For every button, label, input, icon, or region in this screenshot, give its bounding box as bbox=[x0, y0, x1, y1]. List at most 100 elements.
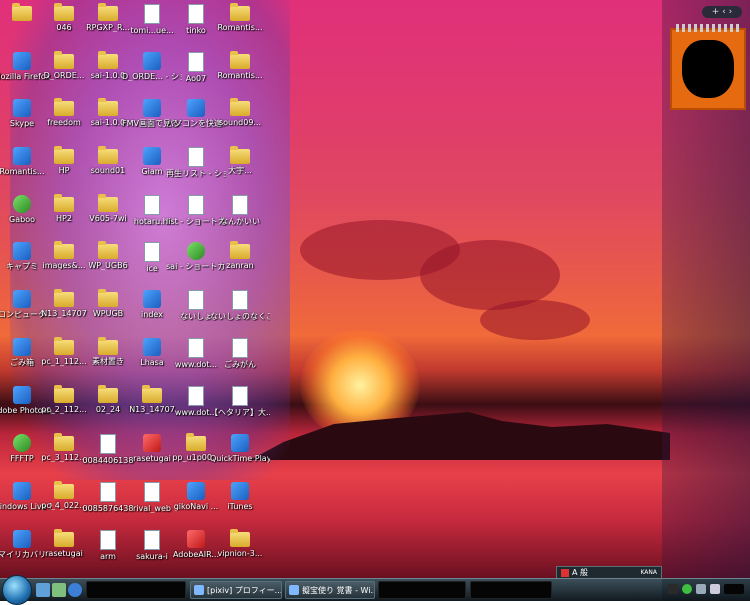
application-icon bbox=[13, 242, 31, 260]
desktop-icon-label: QuickTime Player bbox=[210, 454, 270, 463]
desktop-icon[interactable]: vipnion-3... bbox=[210, 529, 270, 576]
folder-icon bbox=[54, 289, 74, 307]
tray-network-icon[interactable] bbox=[696, 584, 706, 594]
document-icon bbox=[100, 530, 116, 550]
kana-mode[interactable]: KANA bbox=[640, 567, 657, 578]
document-icon bbox=[188, 290, 204, 310]
folder-icon bbox=[98, 241, 118, 259]
application-icon bbox=[13, 482, 31, 500]
document-icon bbox=[188, 386, 204, 406]
folder-icon bbox=[142, 385, 162, 403]
application-icon bbox=[13, 195, 31, 213]
application-icon bbox=[13, 99, 31, 117]
folder-icon bbox=[54, 3, 74, 21]
desktop-icon[interactable]: ごみがん bbox=[210, 338, 270, 384]
sidebar-controls[interactable]: + ‹ › bbox=[702, 6, 742, 18]
application-icon bbox=[143, 147, 161, 165]
application-icon bbox=[187, 242, 205, 260]
desktop-icon-label: zanran bbox=[226, 261, 254, 270]
document-icon bbox=[232, 386, 248, 406]
folder-icon bbox=[54, 51, 74, 69]
desktop-icon[interactable]: zanran bbox=[210, 241, 270, 288]
taskbar-window-button[interactable] bbox=[86, 581, 186, 599]
ime-mode[interactable]: A 般 bbox=[572, 568, 588, 577]
folder-icon bbox=[54, 529, 74, 547]
application-icon bbox=[143, 434, 161, 452]
gadget-binding-rings bbox=[676, 24, 740, 32]
system-tray bbox=[662, 579, 750, 601]
application-icon bbox=[13, 147, 31, 165]
document-icon bbox=[144, 242, 160, 262]
folder-icon bbox=[54, 433, 74, 451]
desktop-icon-label: 大宇... bbox=[228, 166, 252, 175]
taskbar-window-button[interactable] bbox=[378, 581, 466, 599]
desktop-icon[interactable]: Romantis... bbox=[210, 51, 270, 98]
internet-explorer-icon[interactable] bbox=[68, 583, 82, 597]
application-icon bbox=[143, 99, 161, 117]
taskbar-button-label: 擬宝使り 覚書 - Wi... bbox=[302, 586, 375, 595]
switch-windows-icon[interactable] bbox=[52, 583, 66, 597]
folder-icon bbox=[54, 194, 74, 212]
desktop-icon[interactable]: なんかいい bbox=[210, 195, 270, 241]
desktop-icon[interactable]: iTunes bbox=[210, 482, 270, 528]
folder-icon bbox=[54, 337, 74, 355]
folder-icon bbox=[186, 433, 206, 451]
desktop-icon-label: なんかいい bbox=[220, 217, 260, 226]
tray-chevron-icon[interactable] bbox=[668, 584, 678, 594]
folder-icon bbox=[98, 51, 118, 69]
desktop-icon[interactable]: sound09... bbox=[210, 98, 270, 145]
desktop-icon-label: Romantis... bbox=[217, 71, 263, 80]
folder-icon bbox=[54, 481, 74, 499]
application-icon bbox=[13, 290, 31, 308]
folder-icon bbox=[230, 146, 250, 164]
show-desktop-icon[interactable] bbox=[36, 583, 50, 597]
folder-icon bbox=[230, 529, 250, 547]
folder-icon bbox=[98, 146, 118, 164]
tray-volume-icon[interactable] bbox=[710, 584, 720, 594]
document-icon bbox=[232, 290, 248, 310]
desktop-icon-label: 【ヘタリア】大... bbox=[210, 408, 270, 417]
application-icon bbox=[187, 530, 205, 548]
application-icon bbox=[13, 530, 31, 548]
desktop-icon[interactable]: 【ヘタリア】大... bbox=[210, 386, 270, 432]
taskbar-window-button[interactable]: [pixiv] プロフィー... bbox=[190, 581, 282, 599]
folder-icon bbox=[54, 385, 74, 403]
folder-icon bbox=[98, 289, 118, 307]
wallpaper-cloud bbox=[480, 300, 590, 340]
application-icon bbox=[143, 52, 161, 70]
start-button[interactable] bbox=[2, 575, 32, 605]
application-icon bbox=[13, 52, 31, 70]
document-icon bbox=[144, 4, 160, 24]
desktop-icon-label: iTunes bbox=[227, 502, 253, 511]
application-icon bbox=[187, 482, 205, 500]
document-icon bbox=[232, 338, 248, 358]
tray-messenger-icon[interactable] bbox=[682, 584, 692, 594]
folder-icon bbox=[98, 385, 118, 403]
document-icon bbox=[188, 195, 204, 215]
application-icon bbox=[13, 434, 31, 452]
desktop-icon-label: ごみがん bbox=[224, 360, 256, 369]
tray-clock[interactable] bbox=[724, 584, 744, 594]
desktop-icon[interactable]: Romantis... bbox=[210, 3, 270, 50]
application-icon bbox=[187, 99, 205, 117]
taskbar-window-button[interactable]: 擬宝使り 覚書 - Wi... bbox=[285, 581, 375, 599]
folder-icon bbox=[98, 194, 118, 212]
application-icon bbox=[143, 338, 161, 356]
desktop-icon-label: vipnion-3... bbox=[217, 549, 263, 558]
slideshow-gadget[interactable] bbox=[670, 24, 746, 110]
desktop-wallpaper: 046 RPGXP_R... tomi...ue... tinko Romantis..… bbox=[0, 0, 750, 578]
document-icon bbox=[188, 52, 204, 72]
window-app-icon bbox=[289, 585, 299, 595]
application-icon bbox=[13, 386, 31, 404]
window-app-icon bbox=[194, 585, 204, 595]
folder-icon bbox=[98, 98, 118, 116]
desktop-icon[interactable]: ないしょのなくこ... bbox=[210, 290, 270, 336]
ime-icon[interactable] bbox=[561, 568, 569, 577]
desktop-icon[interactable]: QuickTime Player bbox=[210, 434, 270, 480]
desktop-icon-label: ないしょのなくこ... bbox=[210, 312, 270, 321]
language-bar[interactable]: A 般 KANA bbox=[556, 566, 662, 578]
desktop-icon[interactable]: 大宇... bbox=[210, 146, 270, 193]
folder-icon bbox=[230, 51, 250, 69]
taskbar-window-button[interactable] bbox=[470, 581, 552, 599]
application-icon bbox=[231, 434, 249, 452]
